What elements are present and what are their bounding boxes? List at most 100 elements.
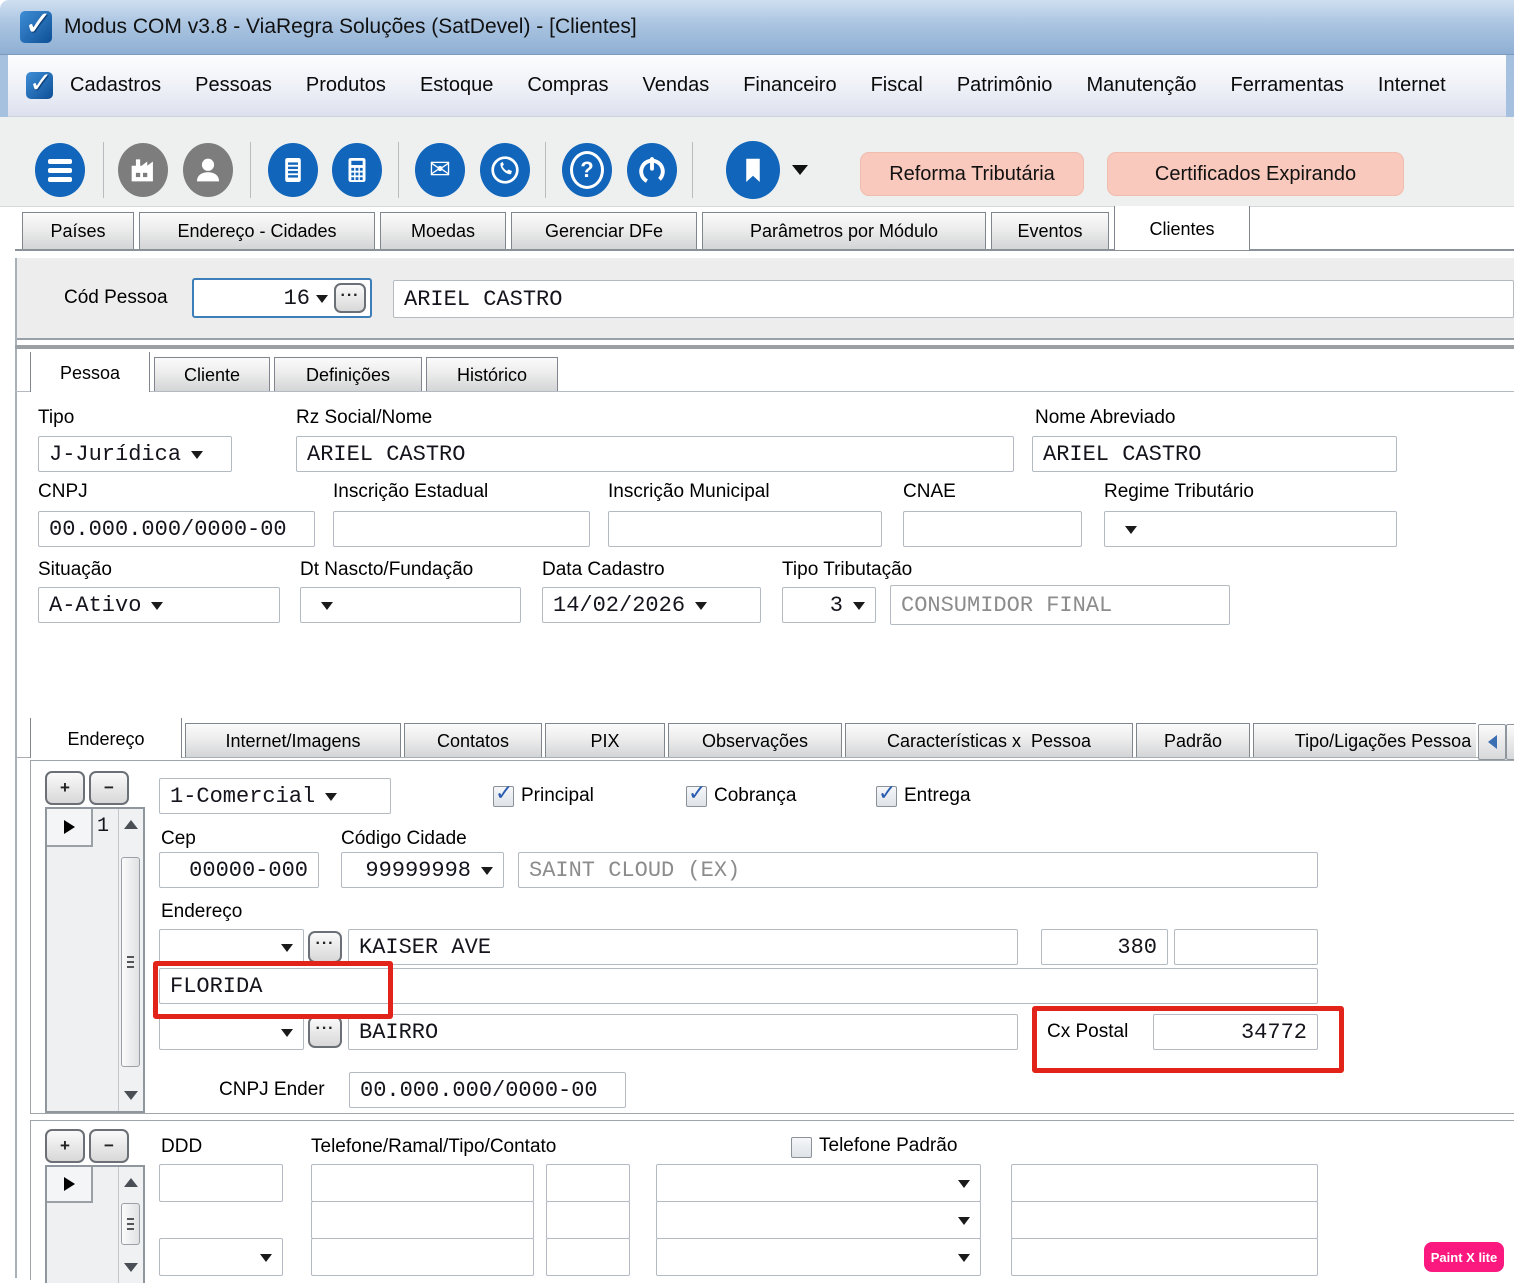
tab-endereco[interactable]: Endereço: [30, 718, 182, 758]
reforma-tributaria-button[interactable]: Reforma Tributária: [860, 152, 1084, 196]
cidade-nome-field[interactable]: SAINT CLOUD (EX): [518, 852, 1318, 888]
menu-manutencao[interactable]: Manutenção: [1069, 55, 1213, 117]
telefone-field-1[interactable]: [311, 1164, 534, 1202]
bookmark-dropdown-arrow[interactable]: [792, 165, 808, 183]
tipo-telefone-dropdown-arrow[interactable]: [958, 1254, 970, 1268]
tab-historico[interactable]: Histórico: [426, 357, 558, 392]
tab-scroll-right-button[interactable]: [1506, 724, 1514, 760]
regime-dropdown-arrow[interactable]: [1125, 526, 1137, 540]
logradouro-field[interactable]: KAISER AVE: [348, 929, 1018, 965]
ddd-combo-3[interactable]: [159, 1238, 283, 1276]
pessoa-nome-field[interactable]: ARIEL CASTRO: [393, 280, 1514, 318]
address-remove-button[interactable]: −: [89, 771, 129, 805]
tipo-telefone-combo-3[interactable]: [656, 1238, 981, 1276]
bairro-field[interactable]: BAIRRO: [348, 1014, 1018, 1050]
situacao-combo[interactable]: A-Ativo: [38, 587, 280, 623]
nome-abreviado-field[interactable]: ARIEL CASTRO: [1032, 436, 1397, 472]
tipo-tributacao-descricao-field[interactable]: CONSUMIDOR FINAL: [890, 585, 1230, 625]
cep-field[interactable]: 00000-000: [159, 852, 319, 888]
address-scrollbar[interactable]: [118, 809, 143, 1111]
cod-pessoa-lookup-button[interactable]: [334, 283, 366, 313]
menu-fiscal[interactable]: Fiscal: [854, 55, 940, 117]
rz-social-field[interactable]: ARIEL CASTRO: [296, 436, 1014, 472]
ramal-field-2[interactable]: [546, 1201, 630, 1239]
logradouro-lookup-button[interactable]: [308, 931, 342, 963]
ddd-field-1[interactable]: [159, 1164, 283, 1202]
cnpj-field[interactable]: 00.000.000/0000-00: [38, 511, 315, 547]
menu-produtos[interactable]: Produtos: [289, 55, 403, 117]
document-icon[interactable]: [268, 143, 318, 197]
menu-pessoas[interactable]: Pessoas: [178, 55, 289, 117]
menu-cadastros[interactable]: Cadastros: [53, 55, 178, 117]
tab-tipo-ligacoes-pessoa[interactable]: Tipo/Ligações Pessoa: [1253, 723, 1476, 758]
dt-nascto-dropdown-arrow[interactable]: [321, 602, 333, 616]
inscricao-municipal-field[interactable]: [608, 511, 882, 547]
tab-caracteristicas-pessoa[interactable]: Características x Pessoa: [845, 723, 1133, 758]
dt-nascto-combo[interactable]: [300, 587, 521, 623]
contato-field-3[interactable]: [1011, 1238, 1318, 1276]
scrollbar-thumb[interactable]: [121, 857, 140, 1067]
tipo-logradouro-combo[interactable]: [159, 929, 304, 965]
tipo-tributacao-combo[interactable]: 3: [782, 587, 876, 623]
menu-internet[interactable]: Internet: [1361, 55, 1463, 117]
tab-pessoa[interactable]: Pessoa: [30, 352, 150, 392]
telefone-field-2[interactable]: [311, 1201, 534, 1239]
tab-parametros-por-modulo[interactable]: Parâmetros por Módulo: [702, 212, 986, 250]
factory-icon[interactable]: [118, 143, 168, 197]
tipo-telefone-combo-1[interactable]: [656, 1164, 981, 1202]
codigo-cidade-combo[interactable]: 99999998: [341, 852, 504, 888]
tipo-bairro-combo[interactable]: [159, 1014, 304, 1050]
principal-checkbox[interactable]: [493, 786, 514, 807]
telefone-field-3[interactable]: [311, 1238, 534, 1276]
menu-ferramentas[interactable]: Ferramentas: [1214, 55, 1361, 117]
cod-pessoa-field[interactable]: 16: [192, 278, 372, 318]
whatsapp-icon[interactable]: [480, 143, 530, 197]
scroll-up-button[interactable]: [119, 1167, 143, 1197]
tab-clientes[interactable]: Clientes: [1114, 206, 1250, 250]
cod-pessoa-dropdown-arrow[interactable]: [316, 295, 328, 309]
menu-icon[interactable]: [35, 143, 85, 197]
numero-field[interactable]: 380: [1041, 929, 1168, 965]
data-cadastro-dropdown-arrow[interactable]: [695, 602, 707, 616]
menu-estoque[interactable]: Estoque: [403, 55, 510, 117]
ddd-dropdown-arrow[interactable]: [260, 1254, 272, 1268]
bairro-lookup-button[interactable]: [308, 1016, 342, 1048]
scroll-down-button[interactable]: [119, 1253, 143, 1283]
scroll-down-button[interactable]: [119, 1081, 143, 1111]
tab-moedas[interactable]: Moedas: [380, 212, 506, 250]
phone-current-row-indicator[interactable]: [47, 1167, 93, 1203]
tipo-telefone-dropdown-arrow[interactable]: [958, 1180, 970, 1194]
address-current-row-indicator[interactable]: [47, 809, 93, 847]
menu-patrimonio[interactable]: Patrimônio: [940, 55, 1070, 117]
tab-internet-imagens[interactable]: Internet/Imagens: [185, 723, 401, 758]
data-cadastro-combo[interactable]: 14/02/2026: [542, 587, 761, 623]
inscricao-estadual-field[interactable]: [333, 511, 590, 547]
tab-endereco-cidades[interactable]: Endereço - Cidades: [139, 212, 375, 250]
tab-scroll-left-button[interactable]: [1478, 724, 1506, 760]
certificados-expirando-button[interactable]: Certificados Expirando: [1107, 152, 1404, 196]
tab-observacoes[interactable]: Observações: [668, 723, 842, 758]
tab-paises[interactable]: Países: [22, 212, 134, 250]
help-icon[interactable]: ?: [562, 143, 612, 197]
tipo-bairro-dropdown-arrow[interactable]: [281, 1029, 293, 1043]
tipo-combo[interactable]: J-Jurídica: [38, 436, 232, 472]
entrega-checkbox[interactable]: [876, 786, 897, 807]
ramal-field-1[interactable]: [546, 1164, 630, 1202]
scroll-up-button[interactable]: [119, 809, 143, 839]
contato-field-2[interactable]: [1011, 1201, 1318, 1239]
complemento-field[interactable]: [1174, 929, 1318, 965]
telefone-padrao-checkbox[interactable]: [791, 1137, 812, 1158]
tipo-tributacao-dropdown-arrow[interactable]: [853, 602, 865, 616]
calculator-icon[interactable]: [332, 143, 382, 197]
tab-eventos[interactable]: Eventos: [991, 212, 1109, 250]
phone-remove-button[interactable]: −: [89, 1129, 129, 1163]
bookmark-icon[interactable]: [726, 141, 780, 199]
ramal-field-3[interactable]: [546, 1238, 630, 1276]
person-icon[interactable]: [183, 143, 233, 197]
tab-gerenciar-dfe[interactable]: Gerenciar DFe: [511, 212, 697, 250]
menu-vendas[interactable]: Vendas: [625, 55, 726, 117]
menu-financeiro[interactable]: Financeiro: [726, 55, 853, 117]
cnae-field[interactable]: [903, 511, 1082, 547]
regime-tributario-combo[interactable]: [1104, 511, 1397, 547]
cnpj-ender-field[interactable]: 00.000.000/0000-00: [349, 1072, 626, 1108]
